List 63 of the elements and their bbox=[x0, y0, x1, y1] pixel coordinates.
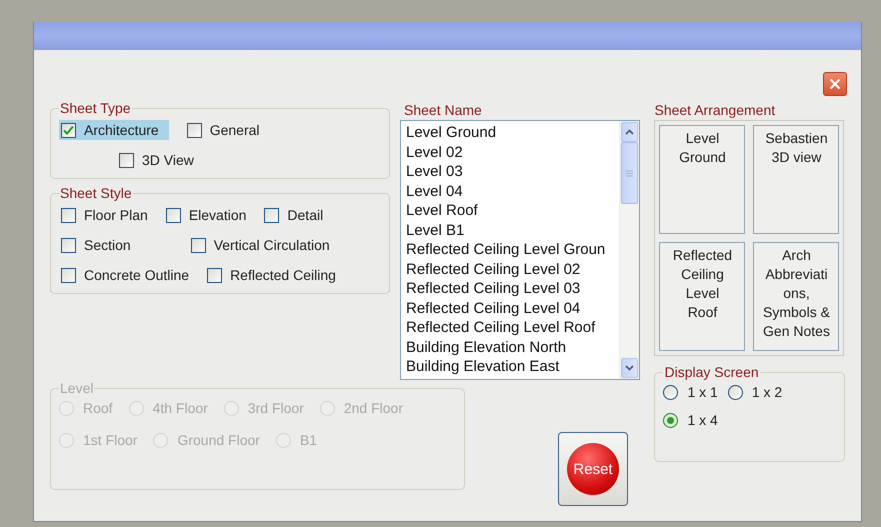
cell-text: Roof bbox=[688, 303, 718, 322]
cell-text: Arch bbox=[782, 246, 811, 265]
checkbox[interactable]: Concrete Outline bbox=[59, 265, 200, 285]
list-item[interactable]: Level 04 bbox=[406, 182, 619, 201]
close-icon bbox=[829, 78, 841, 90]
reset-button[interactable]: Reset bbox=[558, 432, 628, 506]
group-title: Sheet Style bbox=[59, 185, 133, 201]
group-title: Display Screen bbox=[663, 364, 760, 380]
list-title: Sheet Name bbox=[403, 101, 483, 120]
scroll-up-button[interactable] bbox=[621, 122, 638, 142]
list-item[interactable]: Reflected Ceiling Level Roof bbox=[406, 318, 619, 338]
arrangement-cell[interactable]: Level Ground bbox=[659, 125, 746, 234]
list-item[interactable]: Building Elevation North bbox=[406, 338, 619, 357]
radio-button[interactable]: 1 x 1 bbox=[663, 384, 718, 400]
checkbox[interactable]: General bbox=[184, 120, 270, 140]
radio-circle[interactable] bbox=[663, 384, 678, 400]
group-title: Sheet Type bbox=[59, 100, 132, 116]
sheet-name-list[interactable] bbox=[400, 120, 640, 380]
list-item[interactable]: Reflected Ceiling Level 02 bbox=[406, 260, 619, 279]
arrangement-cell[interactable]: Sebastien 3D view bbox=[753, 125, 840, 234]
radio-button[interactable]: 1 x 4 bbox=[663, 412, 718, 428]
arrangement-cell[interactable]: Arch Abbreviati ons, Symbols & Gen Notes bbox=[753, 242, 840, 351]
list-item[interactable]: Level Roof bbox=[406, 201, 619, 220]
arrangement-title: Sheet Arrangement bbox=[654, 101, 776, 120]
scroll-down-button[interactable] bbox=[621, 358, 638, 378]
cell-text: Ceiling bbox=[681, 265, 724, 284]
list-item[interactable]: Level 02 bbox=[406, 142, 619, 162]
cell-text: Level bbox=[686, 129, 720, 148]
cell-text: Abbreviati bbox=[765, 265, 828, 284]
cell-text: Reflected bbox=[672, 246, 732, 265]
group-title: Level bbox=[59, 380, 94, 396]
list-item[interactable]: Building Elevation East bbox=[406, 357, 619, 376]
checkbox[interactable]: Reflected Ceiling bbox=[205, 265, 346, 285]
radio-button[interactable]: 1 x 2 bbox=[728, 384, 782, 400]
checkmark-icon bbox=[63, 124, 74, 136]
list-item[interactable]: Reflected Ceiling Level 04 bbox=[406, 298, 619, 318]
cell-text: 3D view bbox=[772, 148, 822, 167]
checkbox[interactable]: 3D View bbox=[117, 150, 204, 170]
arrangement-cell[interactable]: Reflected Ceiling Level Roof bbox=[659, 242, 746, 351]
cell-text: Ground bbox=[679, 148, 726, 167]
checkbox[interactable]: Architecture bbox=[59, 120, 169, 140]
cell-text: Sebastien bbox=[765, 129, 828, 148]
checkbox[interactable]: Elevation bbox=[164, 205, 256, 225]
cell-text: Level bbox=[686, 284, 720, 303]
list-item[interactable]: Reflected Ceiling Level Groun bbox=[406, 240, 619, 260]
checkbox[interactable]: Detail bbox=[262, 205, 334, 225]
checkbox[interactable]: Section bbox=[59, 235, 141, 255]
list-item[interactable]: Reflected Ceiling Level 03 bbox=[406, 279, 619, 298]
caret-down-icon bbox=[625, 365, 634, 371]
grip-icon bbox=[626, 170, 633, 176]
list-item[interactable]: Level 03 bbox=[406, 162, 619, 182]
checkbox[interactable]: Vertical Circulation bbox=[188, 235, 340, 255]
cell-text: Gen Notes bbox=[763, 322, 830, 341]
list-item[interactable]: Level B1 bbox=[406, 220, 619, 240]
radio-circle[interactable] bbox=[663, 412, 678, 428]
cell-text: ons, bbox=[783, 284, 810, 303]
radio-circle[interactable] bbox=[728, 384, 743, 400]
list-item[interactable]: Level Ground bbox=[406, 123, 619, 142]
scrollbar-thumb[interactable] bbox=[621, 142, 638, 204]
close-button[interactable] bbox=[823, 72, 847, 96]
cell-text: Symbols & bbox=[763, 303, 830, 322]
caret-up-icon bbox=[625, 129, 634, 135]
checkbox[interactable]: Floor Plan bbox=[59, 205, 158, 225]
